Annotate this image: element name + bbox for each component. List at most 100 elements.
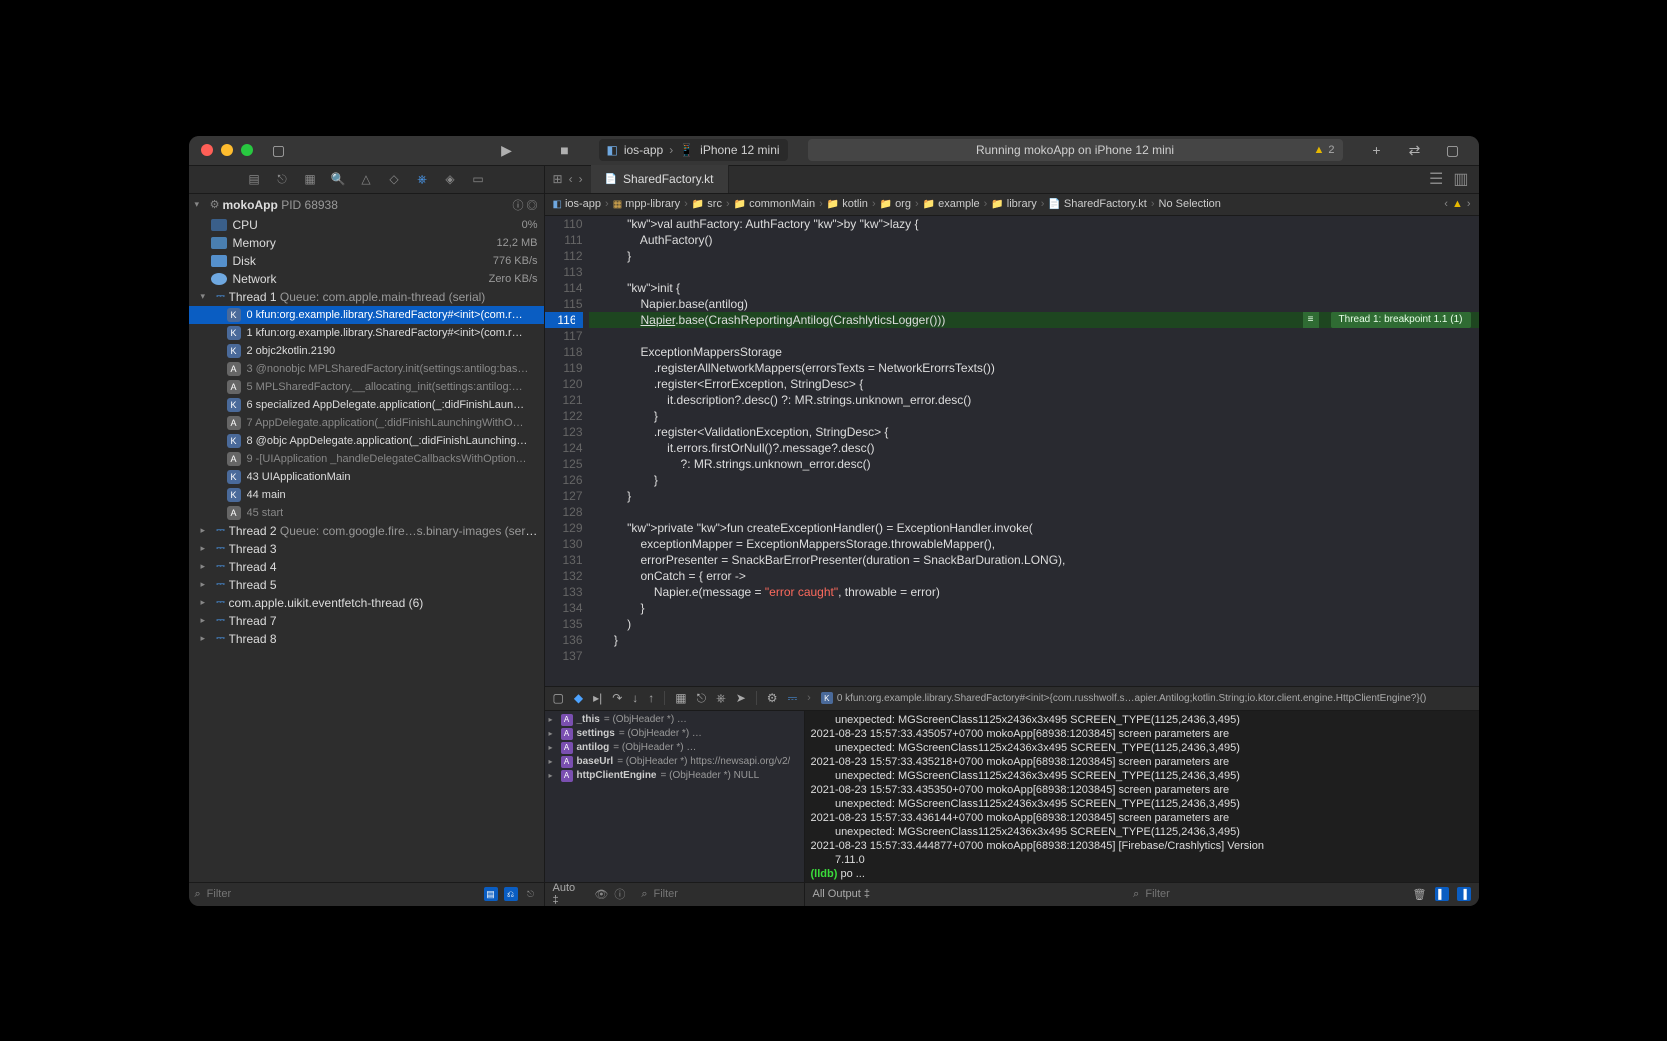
find-nav-icon[interactable]: 🔍 xyxy=(330,172,346,186)
navigator-filter-input[interactable] xyxy=(207,888,478,900)
debug-view-icon[interactable]: ▦ xyxy=(675,691,686,705)
thread-icon[interactable]: ⎓ xyxy=(788,691,798,706)
thread-4-row[interactable]: ▸⎓Thread 4 xyxy=(189,558,544,576)
minimap-icon[interactable]: ☰ xyxy=(1429,169,1443,189)
jump-seg-7[interactable]: 📁library xyxy=(991,198,1036,210)
hide-debug-icon[interactable]: ▢ xyxy=(553,691,564,705)
run-button-icon[interactable]: ▶ xyxy=(493,142,521,159)
clear-console-icon[interactable]: 🗑 xyxy=(1413,888,1427,901)
thread-1-row[interactable]: ▾⎓Thread 1 Queue: com.apple.main-thread … xyxy=(189,288,544,306)
stack-frame-11[interactable]: A45 start xyxy=(189,504,544,522)
variable-row[interactable]: ▸Asettings = (ObjHeader *) … xyxy=(549,727,800,741)
console-filter-input[interactable] xyxy=(1145,888,1396,900)
thread-6-row[interactable]: ▸⎓com.apple.uikit.eventfetch-thread (6) xyxy=(189,594,544,612)
stack-frame-1[interactable]: K1 kfun:org.example.library.SharedFactor… xyxy=(189,324,544,342)
plus-icon[interactable]: + xyxy=(1363,142,1391,159)
stack-frame-5[interactable]: K6 specialized AppDelegate.application(_… xyxy=(189,396,544,414)
test-nav-icon[interactable]: ◇ xyxy=(386,172,402,186)
environment-icon[interactable]: ⎈ xyxy=(716,691,726,706)
vars-filter-input[interactable] xyxy=(654,888,796,900)
jump-seg-5[interactable]: 📁org xyxy=(880,198,911,210)
related-items-icon[interactable]: ⊞ xyxy=(553,172,563,186)
console-output[interactable]: unexpected: MGScreenClass1125x2436x3x495… xyxy=(805,711,1479,882)
breakpoint-nav-icon[interactable]: ◈ xyxy=(442,172,458,186)
toggle-left-panel-icon[interactable]: ▢ xyxy=(265,142,293,159)
back-icon[interactable]: ‹ xyxy=(569,172,573,186)
stack-frame-6[interactable]: A7 AppDelegate.application(_:didFinishLa… xyxy=(189,414,544,432)
disk-gauge[interactable]: Disk776 KB/s xyxy=(189,252,544,270)
code-review-icon[interactable]: ⇄ xyxy=(1401,142,1429,159)
adjust-editor-icon[interactable]: ▥ xyxy=(1453,169,1468,189)
filter-toggle-2[interactable]: ⎌ xyxy=(504,887,518,901)
console-output-selector[interactable]: All Output ‡ xyxy=(813,888,870,900)
editor-tab[interactable]: 📄 SharedFactory.kt xyxy=(591,165,729,193)
jump-seg-2[interactable]: 📁src xyxy=(692,198,722,210)
step-into-icon[interactable]: ↓ xyxy=(632,691,638,705)
filter-toggle-3[interactable]: ⎋ xyxy=(524,887,538,901)
step-out-icon[interactable]: ↑ xyxy=(648,691,654,705)
variables-view[interactable]: ▸A_this = (ObjHeader *) …▸Asettings = (O… xyxy=(545,711,805,882)
close-window-button[interactable] xyxy=(201,144,213,156)
jump-seg-6[interactable]: 📁example xyxy=(923,198,980,210)
zoom-window-button[interactable] xyxy=(241,144,253,156)
variable-row[interactable]: ▸Aantilog = (ObjHeader *) … xyxy=(549,741,800,755)
show-console-toggle[interactable]: ▐ xyxy=(1457,887,1471,901)
thread-2-row[interactable]: ▸⎓Thread 2 Queue: com.google.fire…s.bina… xyxy=(189,522,544,540)
stack-frame-9[interactable]: K43 UIApplicationMain xyxy=(189,468,544,486)
variable-row[interactable]: ▸AhttpClientEngine = (ObjHeader *) NULL xyxy=(549,769,800,783)
issue-nav-icon[interactable]: △ xyxy=(358,172,374,186)
thread-3-row[interactable]: ▸⎓Thread 3 xyxy=(189,540,544,558)
stop-button-icon[interactable]: ■ xyxy=(551,142,579,159)
memory-graph-icon[interactable]: ⎋ xyxy=(697,691,707,706)
continue-icon[interactable]: ▸| xyxy=(593,691,602,705)
jump-seg-8[interactable]: 📄SharedFactory.kt xyxy=(1048,198,1146,210)
stack-frame-4[interactable]: A5 MPLSharedFactory.__allocating_init(se… xyxy=(189,378,544,396)
process-icon[interactable]: ⚙ xyxy=(767,691,778,705)
disclosure-icon[interactable]: ▾ xyxy=(195,199,207,210)
variable-row[interactable]: ▸A_this = (ObjHeader *) … xyxy=(549,713,800,727)
memory-gauge[interactable]: Memory12,2 MB xyxy=(189,234,544,252)
symbol-nav-icon[interactable]: ▦ xyxy=(302,172,318,186)
stack-frame-10[interactable]: K44 main xyxy=(189,486,544,504)
jump-seg-9[interactable]: No Selection xyxy=(1159,198,1221,210)
debug-nav-icon[interactable]: ⎈ xyxy=(414,172,430,187)
jump-seg-3[interactable]: 📁commonMain xyxy=(734,198,815,210)
location-icon[interactable]: ➤ xyxy=(736,691,746,705)
scheme-selector[interactable]: ◧ ios-app › 📱 iPhone 12 mini xyxy=(599,139,788,161)
project-nav-icon[interactable]: ▤ xyxy=(246,172,262,186)
breakpoints-toggle-icon[interactable]: ◆ xyxy=(574,691,583,705)
stack-frame-0[interactable]: K0 kfun:org.example.library.SharedFactor… xyxy=(189,306,544,324)
step-over-icon[interactable]: ↷ xyxy=(612,691,622,705)
cpu-gauge[interactable]: CPU0% xyxy=(189,216,544,234)
show-vars-toggle[interactable]: ▌ xyxy=(1435,887,1449,901)
prev-issue-icon[interactable]: ‹ xyxy=(1444,198,1448,210)
filter-toggle-1[interactable]: ▤ xyxy=(484,887,498,901)
toggle-right-panel-icon[interactable]: ▢ xyxy=(1439,142,1467,159)
debug-location[interactable]: K0 kfun:org.example.library.SharedFactor… xyxy=(821,692,1471,704)
minimize-window-button[interactable] xyxy=(221,144,233,156)
stack-frame-3[interactable]: A3 @nonobjc MPLSharedFactory.init(settin… xyxy=(189,360,544,378)
line-gutter[interactable]: 1101111121131141151161171181191201211221… xyxy=(545,216,589,686)
vars-scope-selector[interactable]: Auto ‡ xyxy=(553,882,583,906)
variable-row[interactable]: ▸AbaseUrl = (ObjHeader *) https://newsap… xyxy=(549,755,800,769)
print-desc-icon[interactable]: ⓘ xyxy=(614,886,625,902)
forward-icon[interactable]: › xyxy=(579,172,583,186)
report-nav-icon[interactable]: ▭ xyxy=(470,172,486,186)
next-issue-icon[interactable]: › xyxy=(1467,198,1471,210)
issues-indicator[interactable]: ▲ 2 xyxy=(1313,144,1334,156)
stack-frame-8[interactable]: A9 -[UIApplication _handleDelegateCallba… xyxy=(189,450,544,468)
source-control-nav-icon[interactable]: ⎋ xyxy=(274,172,290,187)
thread-5-row[interactable]: ▸⎓Thread 5 xyxy=(189,576,544,594)
stack-frame-2[interactable]: K2 objc2kotlin.2190 xyxy=(189,342,544,360)
code-editor[interactable]: 1101111121131141151161171181191201211221… xyxy=(545,216,1479,686)
thread-7-row[interactable]: ▸⎓Thread 7 xyxy=(189,612,544,630)
jump-seg-4[interactable]: 📁kotlin xyxy=(827,198,868,210)
process-row[interactable]: ▾ ⚙ mokoApp PID 68938 ⓘ ◎ xyxy=(189,194,544,216)
thread-8-row[interactable]: ▸⎓Thread 8 xyxy=(189,630,544,648)
code-content[interactable]: "kw">val authFactory: AuthFactory "kw">b… xyxy=(589,216,1479,686)
network-gauge[interactable]: NetworkZero KB/s xyxy=(189,270,544,288)
quicklook-icon[interactable]: 👁 xyxy=(594,888,608,901)
warning-icon[interactable]: ▲ xyxy=(1452,198,1463,210)
stack-frame-7[interactable]: K8 @objc AppDelegate.application(_:didFi… xyxy=(189,432,544,450)
jump-seg-1[interactable]: ▦mpp-library xyxy=(613,198,680,210)
